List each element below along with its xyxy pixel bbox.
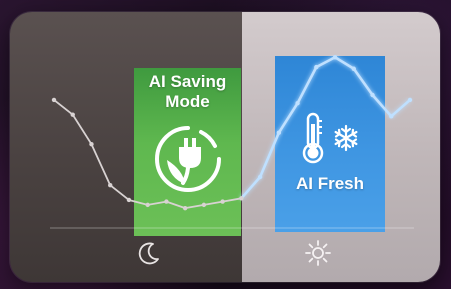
sun-icon[interactable]: [303, 238, 333, 268]
ai-saving-mode-title-line2: Mode: [165, 92, 210, 111]
ai-fresh-mode-card[interactable]: AI Fresh: [275, 56, 385, 232]
ai-saving-mode-card[interactable]: AI Saving Mode: [134, 68, 241, 236]
fresh-icon-row: [300, 112, 360, 164]
thermometer-icon: [302, 112, 324, 164]
ai-fresh-mode-title: AI Fresh: [295, 174, 365, 193]
snowflake-icon: [334, 124, 358, 152]
app-stage: AI Saving Mode AI Fresh: [0, 0, 451, 289]
mode-comparison-card: AI Saving Mode AI Fresh: [10, 12, 440, 282]
moon-icon[interactable]: [134, 238, 164, 268]
plug-leaf-icon: [154, 126, 221, 192]
ai-saving-mode-title-line1: AI Saving: [148, 72, 227, 91]
